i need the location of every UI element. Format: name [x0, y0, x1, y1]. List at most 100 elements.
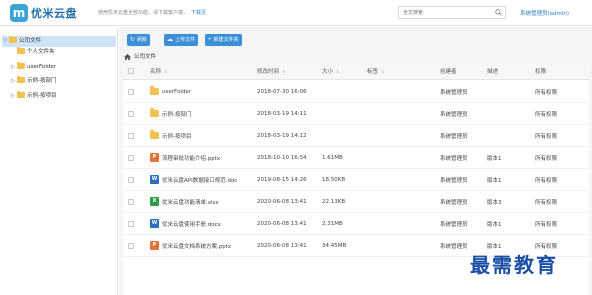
- user-menu[interactable]: 系统管理员(admin): [520, 9, 569, 17]
- row-checkbox[interactable]: [128, 132, 134, 139]
- new-folder-button[interactable]: + 新建文件夹: [205, 34, 242, 46]
- header-tag[interactable]: 标签 ⇅: [367, 63, 437, 79]
- file-tag: [367, 213, 437, 234]
- row-checkbox[interactable]: [128, 220, 134, 227]
- plus-icon: +: [208, 37, 212, 43]
- sort-icon: ⇅: [336, 68, 340, 74]
- home-icon[interactable]: [124, 53, 131, 60]
- file-permission: 所有权限: [535, 177, 558, 184]
- expand-arrow-icon[interactable]: ▷: [10, 91, 16, 102]
- file-creator: 系统管理员: [440, 111, 468, 118]
- folder-icon: [150, 130, 159, 139]
- tree-item-by-project[interactable]: ▷ 示例-按项目: [10, 91, 57, 102]
- expand-arrow-icon[interactable]: ▽: [2, 36, 8, 47]
- file-creator: 系统管理员: [440, 177, 468, 184]
- file-version: 版本1: [487, 155, 502, 162]
- file-name-cell[interactable]: userFolder: [150, 81, 254, 102]
- row-checkbox[interactable]: [128, 154, 134, 161]
- file-tag: [367, 125, 437, 146]
- file-permission: 所有权限: [535, 133, 558, 140]
- table-row[interactable]: P 流程审批功能介绍.pptx 2018-10-10 16:54 1.61MB 系统管理…: [123, 147, 589, 169]
- pptx-icon: P: [150, 241, 159, 250]
- table-row[interactable]: W 优米云盘API数据接口规范.doc 2019-08-15 14:26 18.50K…: [123, 169, 589, 191]
- brand-name[interactable]: 优米云盘: [31, 5, 77, 21]
- table-row[interactable]: W 优米云盘使用手册.docx 2020-06-08 13:41 2.31MB 系统管理…: [123, 213, 589, 235]
- pptx-icon: P: [150, 153, 159, 162]
- file-permission: 所有权限: [535, 199, 558, 206]
- file-version: 版本1: [487, 177, 502, 184]
- file-size: 22.13KB: [322, 198, 346, 205]
- expand-arrow-icon[interactable]: ▷: [10, 76, 16, 87]
- header-checkbox-cell: [128, 63, 138, 79]
- modified-time: 2020-06-08 13:41: [257, 220, 307, 227]
- header-name[interactable]: 名称 ⇅: [150, 63, 254, 79]
- expand-arrow-icon[interactable]: ▷: [10, 62, 16, 73]
- breadcrumb-label[interactable]: 公司文件: [134, 54, 156, 60]
- header-size[interactable]: 大小 ⇅: [322, 63, 364, 79]
- file-size: 2.31MB: [322, 220, 343, 227]
- file-name[interactable]: 流程审批功能介绍.pptx: [162, 154, 220, 162]
- file-name-cell[interactable]: X 优米云盘功能清单.xlsx: [150, 191, 254, 212]
- tree-item-by-department[interactable]: ▷ 示例-按部门: [10, 76, 57, 87]
- tree-item-label: 个人文件夹: [27, 49, 55, 55]
- row-checkbox[interactable]: [128, 242, 134, 249]
- folder-icon: [9, 36, 17, 43]
- file-name[interactable]: 示例-按部门: [162, 110, 192, 118]
- tree-item-userfolder[interactable]: ▷ userFolder: [10, 62, 56, 73]
- header-creator[interactable]: 创建者: [440, 63, 486, 79]
- file-name[interactable]: 优米云盘功能清单.xlsx: [162, 198, 219, 206]
- folder-icon: [17, 91, 25, 98]
- file-size: 18.50KB: [322, 176, 346, 183]
- file-name-cell[interactable]: 示例-按项目: [150, 125, 254, 146]
- file-version: 版本1: [487, 221, 502, 228]
- file-name-cell[interactable]: W 优米云盘API数据接口规范.doc: [150, 169, 254, 190]
- download-notice: 使用优米云盘全部功能，请下载客户端， 下载页: [98, 9, 206, 16]
- row-checkbox[interactable]: [128, 176, 134, 183]
- file-name[interactable]: 优米云盘API数据接口规范.doc: [162, 176, 237, 184]
- file-permission: 所有权限: [535, 111, 558, 118]
- refresh-button[interactable]: ↻ 刷新: [127, 34, 151, 46]
- table-row[interactable]: userFolder 2018-07-30 16:06 系统管理员 所有权限: [123, 81, 589, 103]
- file-version: [487, 103, 535, 124]
- folder-icon: [17, 47, 25, 54]
- header-permission[interactable]: 权限: [535, 63, 587, 79]
- file-size: [322, 125, 364, 146]
- table-row[interactable]: 示例-按项目 2018-03-19 14:12 系统管理员 所有权限: [123, 125, 589, 147]
- row-checkbox-cell: [128, 147, 138, 168]
- file-name[interactable]: userFolder: [162, 89, 191, 95]
- download-link[interactable]: 下载页: [191, 10, 206, 16]
- notice-text: 使用优米云盘全部功能，请下载客户端，: [98, 10, 189, 16]
- header-name-label: 名称: [150, 69, 162, 75]
- refresh-label: 刷新: [137, 37, 148, 43]
- header-description[interactable]: 描述: [487, 63, 535, 79]
- file-name[interactable]: 示例-按项目: [162, 132, 192, 140]
- upload-icon: ☁: [167, 37, 173, 43]
- search-box[interactable]: [398, 6, 506, 19]
- file-permission: 所有权限: [535, 89, 558, 96]
- upload-button[interactable]: ☁ 上传文件: [164, 34, 199, 46]
- file-name-cell[interactable]: W 优米云盘使用手册.docx: [150, 213, 254, 234]
- file-name[interactable]: 优米云盘文档系统方案.pptx: [162, 242, 231, 250]
- header-size-label: 大小: [322, 69, 334, 75]
- row-checkbox-cell: [128, 191, 138, 212]
- row-checkbox[interactable]: [128, 88, 134, 95]
- tree-item-personal[interactable]: 个人文件夹: [10, 47, 55, 58]
- file-tag: [367, 169, 437, 190]
- file-name-cell[interactable]: 示例-按部门: [150, 103, 254, 124]
- row-checkbox[interactable]: [128, 198, 134, 205]
- file-name-cell[interactable]: P 优米云盘文档系统方案.pptx: [150, 235, 254, 256]
- table-row[interactable]: X 优米云盘功能清单.xlsx 2020-06-08 13:41 22.13KB 系统管…: [123, 191, 589, 213]
- watermark: 最需教育: [470, 253, 558, 277]
- tree-item-company-files[interactable]: ▽ 公司文件: [2, 36, 116, 47]
- file-name[interactable]: 优米云盘使用手册.docx: [162, 220, 221, 228]
- search-icon[interactable]: [495, 9, 502, 16]
- file-name-cell[interactable]: P 流程审批功能介绍.pptx: [150, 147, 254, 168]
- logo-icon[interactable]: m: [10, 4, 28, 22]
- search-input[interactable]: [399, 7, 491, 18]
- header-time[interactable]: 修改时间 ⇅: [257, 63, 321, 79]
- table-row[interactable]: 示例-按部门 2018-03-19 14:11 系统管理员 所有权限: [123, 103, 589, 125]
- file-size: 34.45MB: [322, 242, 347, 249]
- row-checkbox[interactable]: [128, 110, 134, 117]
- select-all-checkbox[interactable]: [128, 68, 134, 74]
- modified-time: 2018-03-19 14:12: [257, 132, 307, 139]
